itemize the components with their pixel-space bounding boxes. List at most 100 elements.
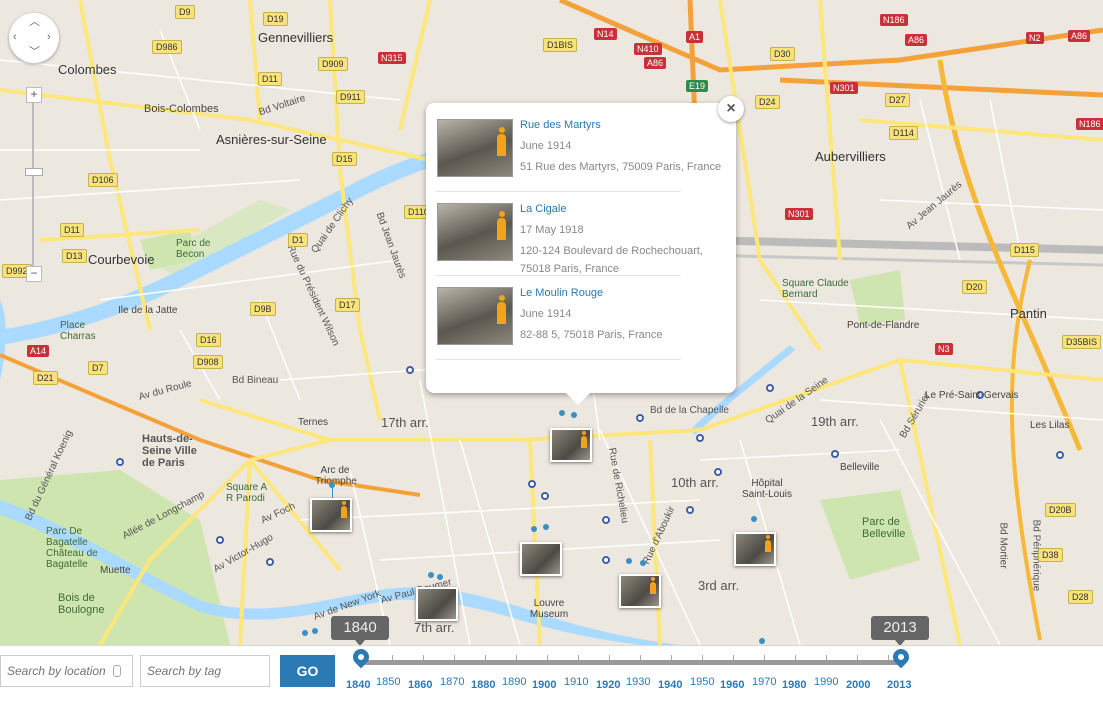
entry-title-link[interactable]: La Cigale <box>520 203 566 215</box>
road-shield: D986 <box>152 40 182 54</box>
entry-date: June 1914 <box>520 140 572 152</box>
timeline-year-label[interactable]: 1860 <box>408 679 432 691</box>
photo-marker[interactable] <box>550 428 592 462</box>
go-button[interactable]: GO <box>280 655 335 687</box>
close-icon[interactable]: × <box>718 96 744 122</box>
timeline-year-label[interactable]: 1850 <box>376 676 400 688</box>
timeline-year-label[interactable]: 1980 <box>782 679 806 691</box>
road-label: Bd Bineau <box>232 375 279 386</box>
road-shield: D19 <box>263 12 288 26</box>
road-shield: A86 <box>905 34 928 46</box>
pan-right-icon[interactable]: › <box>47 32 51 43</box>
marker-pin[interactable] <box>751 516 757 522</box>
timeline-year-label[interactable]: 1880 <box>471 679 495 691</box>
place-label: Le Pré-Saint-Gervais <box>925 390 1019 401</box>
zoom-slider-track[interactable] <box>32 94 34 274</box>
pan-up-icon[interactable]: ︿ <box>29 17 40 28</box>
marker-pin[interactable] <box>640 560 646 566</box>
road-shield: D11 <box>60 223 84 237</box>
timeline-track[interactable] <box>361 660 901 665</box>
photo-marker[interactable] <box>734 532 776 566</box>
timeline-year-label[interactable]: 1920 <box>596 679 620 691</box>
timeline-tick <box>578 655 579 660</box>
zoom-slider-thumb[interactable] <box>25 168 43 176</box>
photo-marker[interactable] <box>520 542 562 576</box>
place-label: 3rd arr. <box>698 578 740 593</box>
map-canvas[interactable]: Colombes Gennevilliers Bois-Colombes Asn… <box>0 0 1103 645</box>
road-shield: D21 <box>33 371 58 385</box>
road-shield: N186 <box>1076 118 1103 130</box>
photo-marker[interactable] <box>416 587 458 621</box>
timeline-end-badge: 2013 <box>871 616 929 645</box>
road-shield: D35BIS <box>1062 335 1102 349</box>
road-shield: A86 <box>1068 30 1091 42</box>
tag-search-input[interactable] <box>140 655 270 687</box>
marker-pin[interactable] <box>559 410 565 416</box>
photo-marker[interactable] <box>310 498 352 532</box>
timeline-tick <box>733 655 734 660</box>
timeline-year-label[interactable]: 1990 <box>814 676 838 688</box>
marker-pin[interactable] <box>312 628 318 634</box>
road-shield: N2 <box>1026 32 1044 44</box>
marker-pin[interactable] <box>626 558 632 564</box>
photo-thumbnail[interactable] <box>437 119 513 177</box>
popup-entry[interactable]: Rue des Martyrs June 1914 51 Rue des Mar… <box>436 113 721 192</box>
place-label: Bois-Colombes <box>144 103 219 115</box>
place-label: Pont-de-Flandre <box>847 320 920 331</box>
road-shield: N14 <box>594 28 617 40</box>
zoom-out-button[interactable]: − <box>26 266 42 282</box>
timeline-tick <box>454 655 455 660</box>
marker-pin[interactable] <box>759 638 765 644</box>
marker-pin[interactable] <box>543 524 549 530</box>
timeline-year-label[interactable]: 1900 <box>532 679 556 691</box>
photo-marker[interactable] <box>619 574 661 608</box>
timeline-year-label[interactable]: 1930 <box>626 676 650 688</box>
pan-down-icon[interactable]: ﹀ <box>29 47 40 58</box>
photo-info-popup: Rue des Martyrs June 1914 51 Rue des Mar… <box>426 103 736 405</box>
timeline-tick <box>640 655 641 660</box>
timeline-tick <box>485 655 486 660</box>
entry-address: 82-88 5, 75018 Paris, France <box>520 329 663 341</box>
timeline-year-label[interactable]: 1940 <box>658 679 682 691</box>
road-shield: D11 <box>258 72 282 86</box>
timeline-year-label[interactable]: 2000 <box>846 679 870 691</box>
place-label: Belleville <box>840 462 880 473</box>
microphone-icon[interactable] <box>113 665 121 677</box>
marker-pin[interactable] <box>428 572 434 578</box>
road-shield: D28 <box>1068 590 1093 604</box>
entry-title-link[interactable]: Le Moulin Rouge <box>520 287 603 299</box>
timeline-year-label[interactable]: 1870 <box>440 676 464 688</box>
timeline-tick <box>764 655 765 660</box>
park-label: Square A R Parodi <box>226 482 267 504</box>
timeline-year-label[interactable]: 1840 <box>346 679 370 691</box>
road-shield: D27 <box>885 93 910 107</box>
timeline-year-label[interactable]: 1910 <box>564 676 588 688</box>
timeline-tick <box>609 655 610 660</box>
road-shield: D115 <box>1010 243 1039 257</box>
timeline-year-label[interactable]: 1890 <box>502 676 526 688</box>
park-label: Parc de Belleville <box>862 516 906 540</box>
photo-thumbnail[interactable] <box>437 287 513 345</box>
timeline-year-label[interactable]: 1950 <box>690 676 714 688</box>
marker-pin[interactable] <box>437 574 443 580</box>
road-shield: D20 <box>962 280 987 294</box>
pan-control[interactable]: ︿ ﹀ ‹ › <box>9 13 59 63</box>
marker-pin[interactable] <box>531 526 537 532</box>
zoom-in-button[interactable]: + <box>26 87 42 103</box>
popup-entry[interactable]: Le Moulin Rouge June 1914 82-88 5, 75018… <box>436 281 681 360</box>
marker-pin[interactable] <box>329 482 335 488</box>
marker-pin[interactable] <box>302 630 308 636</box>
marker-pin[interactable] <box>571 412 577 418</box>
timeline-tick <box>547 655 548 660</box>
road-label: Bd Mortier <box>997 522 1009 569</box>
park-label: Place Charras <box>60 320 96 342</box>
photo-thumbnail[interactable] <box>437 203 513 261</box>
popup-entry[interactable]: La Cigale 17 May 1918 120-124 Boulevard … <box>436 197 703 276</box>
timeline-year-label[interactable]: 1960 <box>720 679 744 691</box>
timeline-year-label[interactable]: 2013 <box>887 679 911 691</box>
entry-title-link[interactable]: Rue des Martyrs <box>520 119 601 131</box>
park-label: Square Claude Bernard <box>782 278 849 300</box>
search-timeline-bar: GO 1840 1850 1860 1870 1880 1890 1900 1910 1920 1… <box>0 645 1103 705</box>
pan-left-icon[interactable]: ‹ <box>13 32 17 43</box>
timeline-year-label[interactable]: 1970 <box>752 676 776 688</box>
